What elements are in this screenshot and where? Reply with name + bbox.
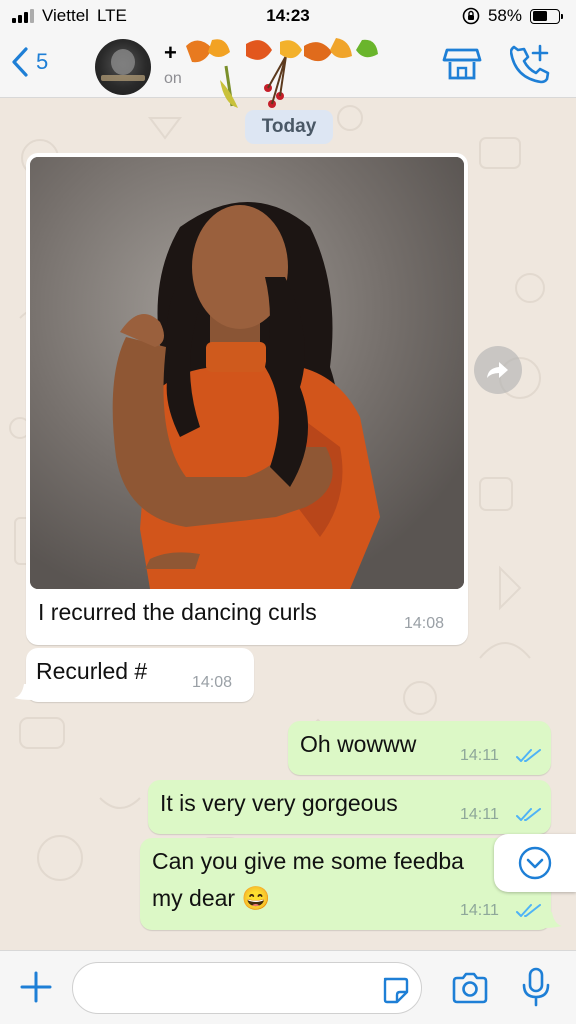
message-text: It is very very gorgeous (160, 790, 398, 816)
status-bar: Viettel LTE 14:23 58% (0, 0, 576, 32)
outgoing-text-message[interactable]: Oh wowww 14:11 (288, 721, 551, 775)
message-composer (0, 950, 576, 1024)
message-time: 14:08 (192, 674, 233, 691)
back-button[interactable]: 5 (10, 46, 48, 78)
photo-caption: I recurred the dancing curls (38, 599, 317, 625)
chevron-down-circle-icon (518, 846, 552, 880)
message-text-line2: my dear 😄 (152, 885, 271, 911)
phone-add-icon[interactable] (510, 44, 550, 84)
shop-icon[interactable] (442, 44, 482, 84)
avatar[interactable] (95, 39, 151, 95)
plus-icon[interactable] (18, 967, 54, 1007)
message-text-line1: Can you give me some feedba (152, 848, 464, 874)
rotation-lock-icon (462, 7, 480, 25)
status-right: 58% (462, 6, 563, 26)
message-time: 14:08 (404, 615, 445, 632)
unread-count: 5 (36, 49, 49, 74)
forward-button[interactable] (474, 346, 522, 394)
message-time: 14:11 (460, 806, 499, 823)
read-ticks-icon (516, 808, 541, 821)
read-ticks-icon (516, 904, 541, 917)
mic-icon[interactable] (520, 967, 552, 1009)
bubble-tail-in (14, 684, 32, 700)
battery-percent: 58% (487, 6, 522, 25)
message-time: 14:11 (460, 902, 499, 919)
incoming-text-message[interactable]: Recurled # 14:08 (26, 648, 254, 702)
message-time: 14:11 (460, 747, 499, 764)
outgoing-text-message[interactable]: It is very very gorgeous 14:11 (148, 780, 551, 834)
camera-icon[interactable] (450, 971, 490, 1007)
date-separator: Today (245, 110, 333, 144)
bubble-tail-out (544, 912, 562, 928)
battery-icon (530, 8, 563, 24)
sticker-icon[interactable] (380, 975, 410, 1005)
outgoing-text-message[interactable]: Can you give me some feedba my dear 😄 14… (140, 838, 551, 930)
shared-photo[interactable] (30, 157, 464, 589)
contact-name[interactable]: + (164, 40, 177, 66)
message-input[interactable] (72, 962, 422, 1014)
chat-header: 5 + on (0, 32, 576, 108)
message-text: Oh wowww (300, 731, 417, 757)
forward-icon (487, 362, 508, 378)
message-text: Recurled # (36, 658, 148, 684)
incoming-photo-message[interactable]: I recurred the dancing curls 14:08 (26, 153, 468, 645)
scroll-to-bottom-button[interactable] (494, 834, 576, 892)
read-ticks-icon (516, 749, 541, 762)
chevron-left-icon (12, 47, 28, 77)
autumn-leaves-sticker (186, 38, 378, 108)
